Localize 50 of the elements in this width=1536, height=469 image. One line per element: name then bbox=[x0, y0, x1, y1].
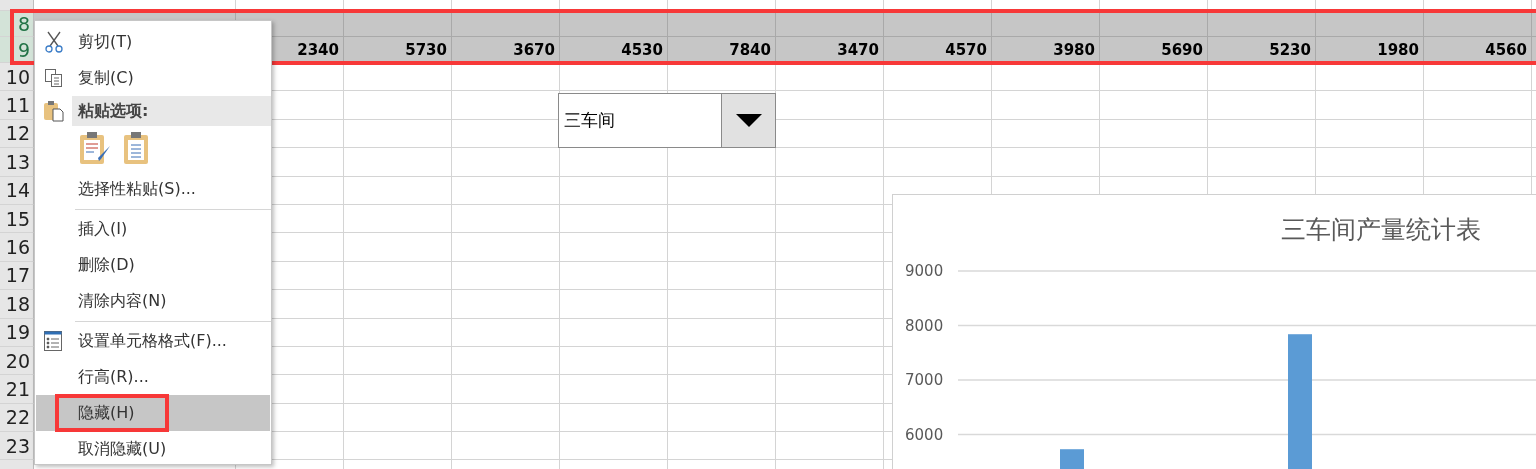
clipboard-icon bbox=[43, 100, 65, 122]
menu-item[interactable]: 取消隐藏(U) bbox=[36, 431, 270, 467]
table-cell: 7840 bbox=[668, 37, 776, 63]
scissors-icon bbox=[44, 31, 64, 53]
chart-title: 三车间产量统计表 bbox=[1281, 214, 1481, 246]
menu-item[interactable]: 插入(I) bbox=[36, 211, 270, 247]
menu-section-title: 粘贴选项: bbox=[72, 96, 271, 126]
menu-item[interactable]: 选择性粘贴(S)... bbox=[36, 171, 270, 207]
dropdown-button[interactable] bbox=[721, 94, 775, 147]
table-cell: 3470 bbox=[776, 37, 884, 63]
list-icon bbox=[44, 331, 62, 351]
table-cell: 4560 bbox=[1424, 37, 1532, 63]
table-cell: 3670 bbox=[452, 37, 560, 63]
axis-label: 9000 bbox=[905, 262, 944, 280]
table-cell: 5690 bbox=[1100, 37, 1208, 63]
menu-item[interactable]: 复制(C) bbox=[36, 60, 270, 96]
row-header[interactable]: 13 bbox=[0, 148, 34, 177]
row-header[interactable] bbox=[0, 0, 34, 11]
bar bbox=[1060, 449, 1084, 469]
menu-item[interactable]: 删除(D) bbox=[36, 247, 270, 283]
axis-label: 6000 bbox=[905, 425, 944, 444]
table-cell: 3980 bbox=[992, 37, 1100, 63]
menu-item[interactable]: 行高(R)... bbox=[36, 359, 270, 395]
row-header[interactable]: 10 bbox=[0, 63, 34, 92]
dropdown-value: 三车间 bbox=[563, 109, 616, 132]
table-cell: 1980 bbox=[1316, 37, 1424, 63]
row-header[interactable]: 14 bbox=[0, 176, 34, 205]
caret-icon bbox=[735, 113, 762, 128]
clipboard-icon[interactable] bbox=[123, 131, 151, 166]
row-header[interactable]: 21 bbox=[0, 375, 34, 404]
dropdown[interactable]: 三车间 bbox=[558, 93, 776, 148]
table-cell: 5730 bbox=[344, 37, 452, 63]
row-header[interactable]: 19 bbox=[0, 318, 34, 347]
row-header[interactable]: 20 bbox=[0, 346, 34, 376]
table-cell: 4530 bbox=[560, 37, 668, 63]
table-cell: 5230 bbox=[1208, 37, 1316, 63]
table-cell: 4570 bbox=[884, 37, 992, 63]
copy-icon bbox=[44, 68, 64, 88]
row-header[interactable]: 12 bbox=[0, 119, 34, 149]
row-header[interactable]: 23 bbox=[0, 432, 34, 461]
row-header[interactable]: 15 bbox=[0, 204, 34, 234]
row-header[interactable]: 16 bbox=[0, 233, 34, 262]
axis-label: 7000 bbox=[905, 371, 944, 389]
row-header[interactable]: 22 bbox=[0, 403, 34, 433]
menu-item[interactable]: 设置单元格格式(F)... bbox=[36, 323, 270, 359]
axis-label: 8000 bbox=[905, 316, 944, 335]
row-header[interactable]: 18 bbox=[0, 290, 34, 319]
row-header[interactable]: 17 bbox=[0, 261, 34, 291]
row-header[interactable]: 11 bbox=[0, 91, 34, 120]
menu-item[interactable]: 清除内容(N) bbox=[36, 283, 270, 319]
